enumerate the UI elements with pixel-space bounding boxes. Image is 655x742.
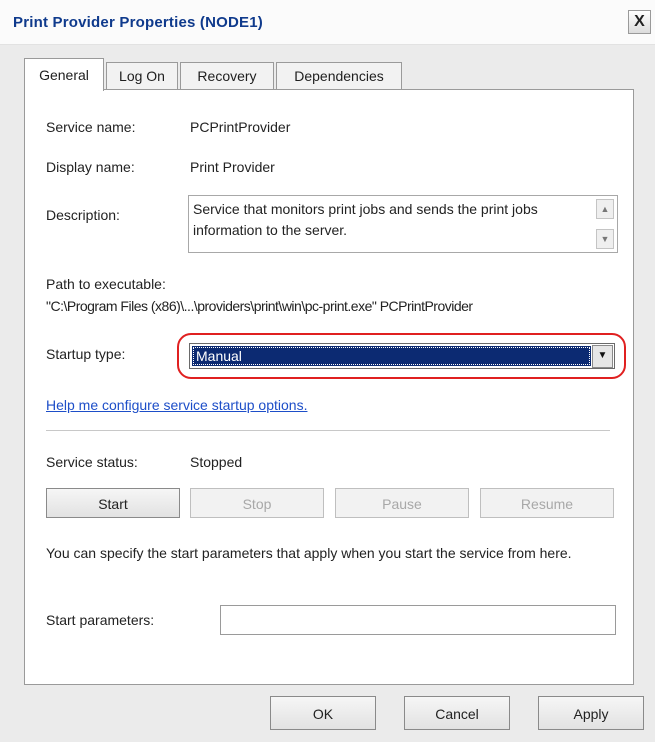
- startup-type-label: Startup type:: [46, 346, 126, 362]
- display-name-value: Print Provider: [190, 159, 275, 175]
- service-name-value: PCPrintProvider: [190, 119, 291, 135]
- start-parameters-note: You can specify the start parameters tha…: [46, 545, 572, 561]
- path-to-executable-label: Path to executable:: [46, 276, 166, 292]
- scroll-up-arrow-icon[interactable]: ▲: [596, 199, 614, 219]
- service-status-value: Stopped: [190, 454, 243, 470]
- help-configure-startup-link[interactable]: Help me configure service startup option…: [46, 397, 307, 413]
- apply-button[interactable]: Apply: [538, 696, 644, 730]
- start-button[interactable]: Start: [46, 488, 180, 518]
- start-parameters-label: Start parameters:: [46, 612, 155, 628]
- startup-type-dropdown[interactable]: Manual ▼: [189, 343, 615, 369]
- pause-button[interactable]: Pause: [335, 488, 469, 518]
- resume-button[interactable]: Resume: [480, 488, 614, 518]
- description-label: Description:: [46, 207, 120, 223]
- service-status-label: Service status:: [46, 454, 138, 470]
- cancel-button[interactable]: Cancel: [404, 696, 510, 730]
- path-to-executable-value: "C:\Program Files (x86)\...\providers\pr…: [46, 298, 473, 314]
- dropdown-arrow-icon[interactable]: ▼: [592, 345, 613, 368]
- ok-button[interactable]: OK: [270, 696, 376, 730]
- properties-dialog: Print Provider Properties (NODE1) X Gene…: [0, 0, 655, 742]
- startup-type-selected: Manual: [192, 346, 591, 366]
- stop-button[interactable]: Stop: [190, 488, 324, 518]
- display-name-label: Display name:: [46, 159, 135, 175]
- separator: [46, 430, 610, 432]
- description-value: Service that monitors print jobs and sen…: [193, 201, 538, 238]
- description-field[interactable]: Service that monitors print jobs and sen…: [188, 195, 618, 253]
- scroll-down-arrow-icon[interactable]: ▼: [596, 229, 614, 249]
- start-parameters-input[interactable]: [220, 605, 616, 635]
- service-name-label: Service name:: [46, 119, 136, 135]
